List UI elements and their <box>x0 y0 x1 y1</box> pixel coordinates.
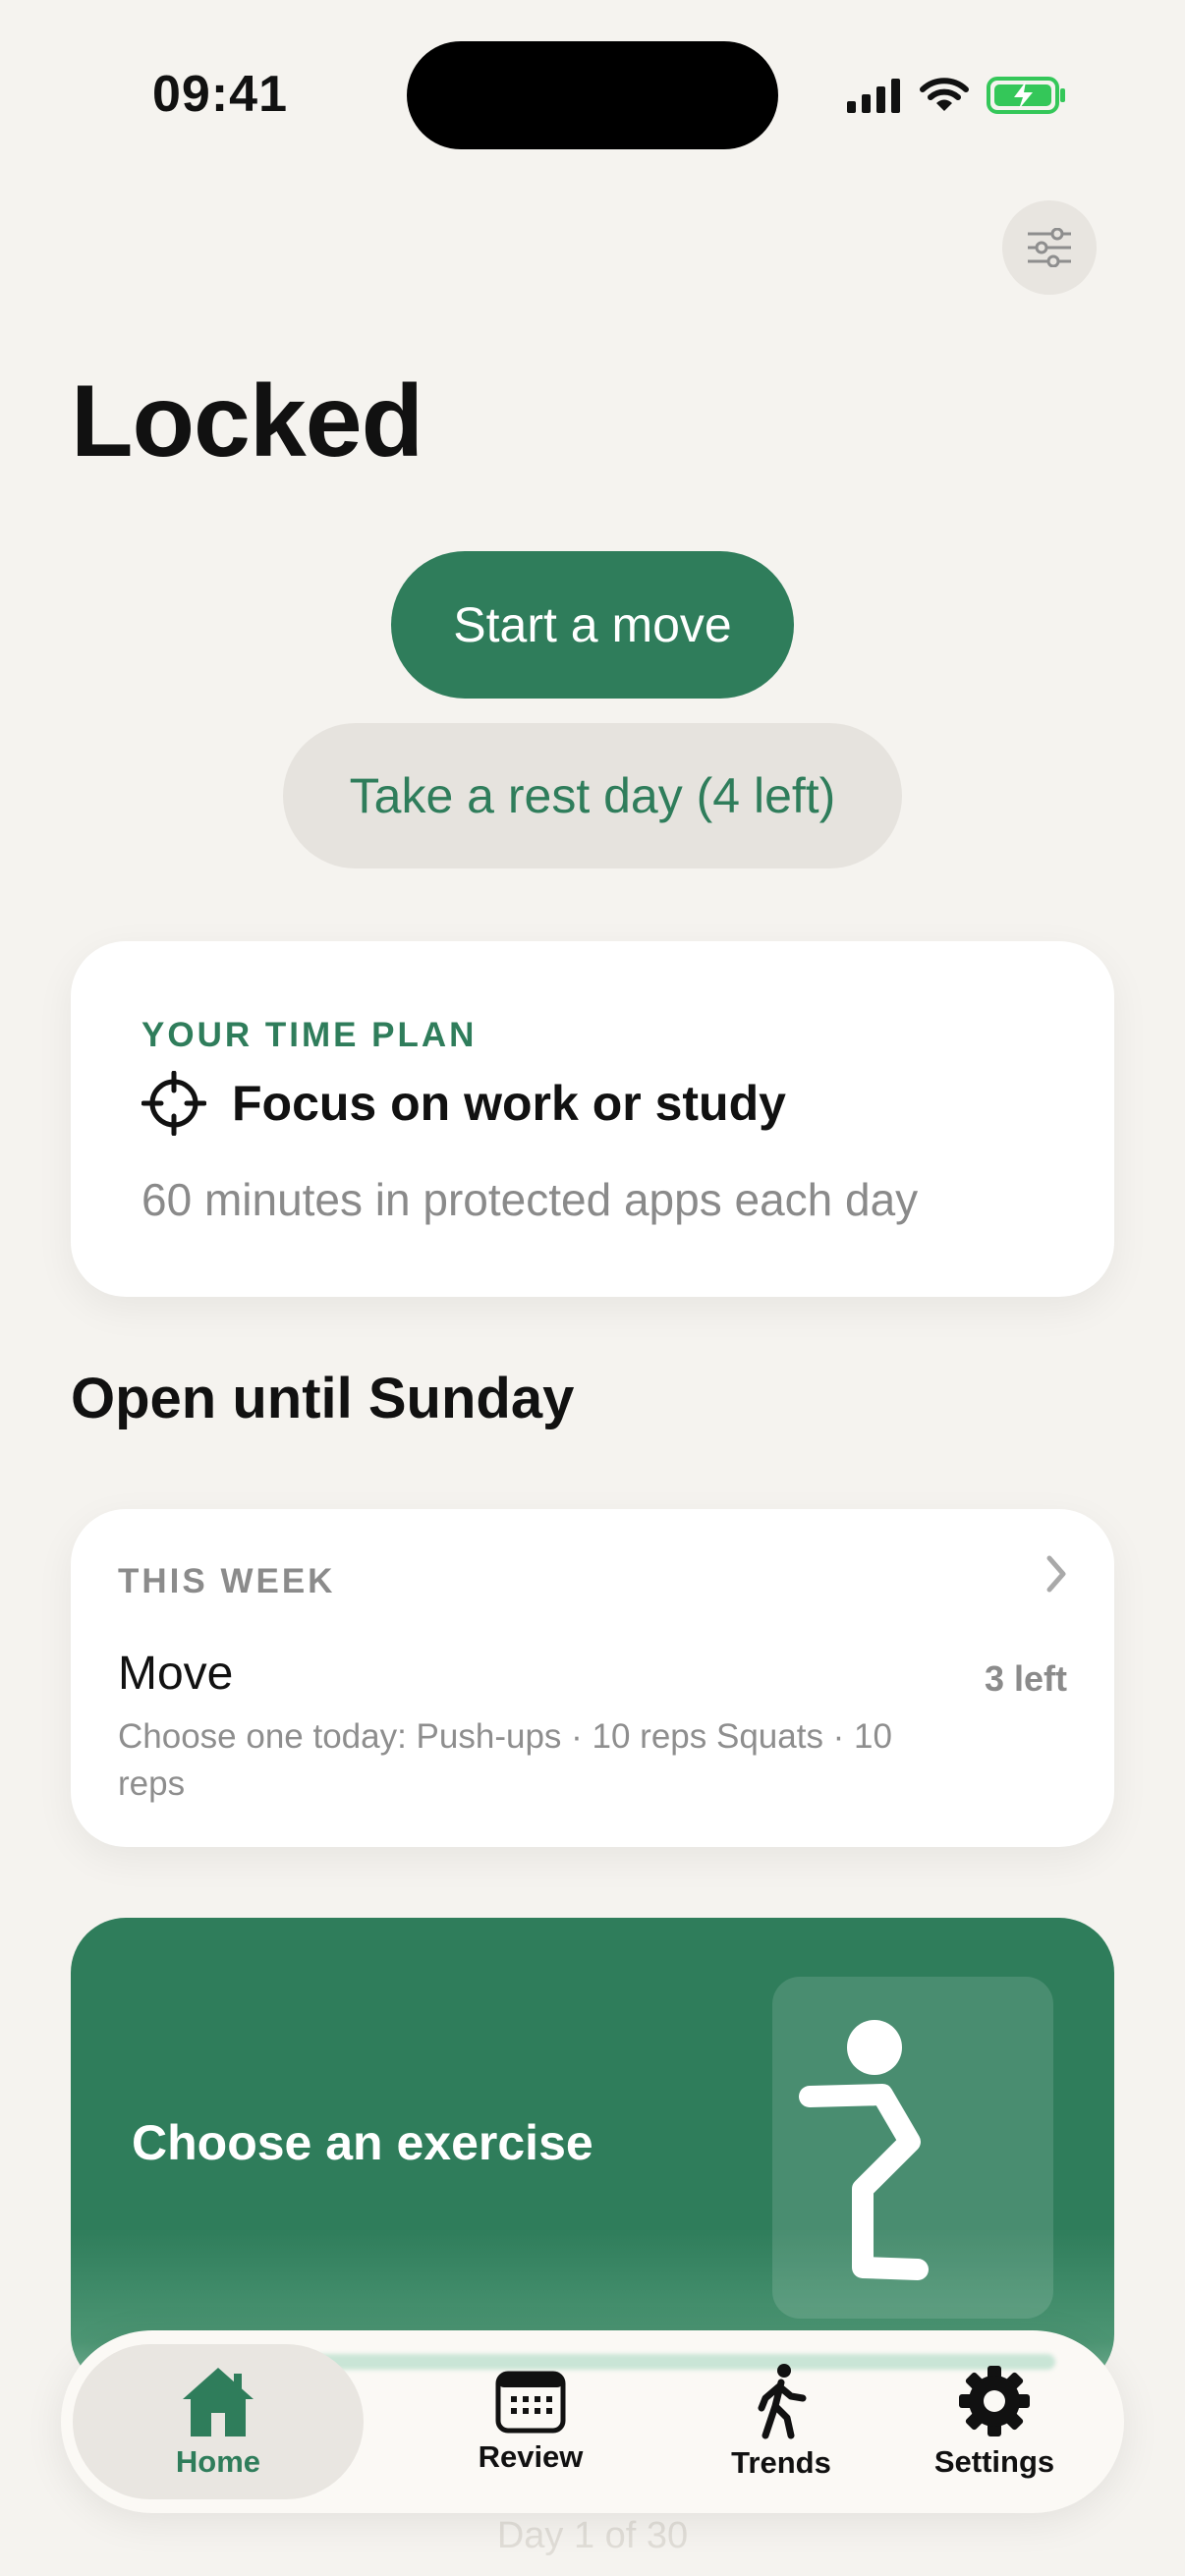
move-title: Move <box>118 1648 234 1700</box>
tab-trends-label: Trends <box>731 2445 831 2480</box>
tab-settings-label: Settings <box>933 2444 1055 2479</box>
calendar-icon <box>495 2371 566 2434</box>
plan-label: YOUR TIME PLAN <box>141 1016 478 1054</box>
tab-home[interactable]: Home <box>73 2344 364 2499</box>
progress-caption: Day 1 of 30 <box>496 2515 689 2556</box>
battery-charging-icon <box>987 77 1065 114</box>
start-move-button[interactable]: Start a move <box>391 551 794 699</box>
week-label: THIS WEEK <box>118 1562 336 1600</box>
plan-subtitle: 60 minutes in protected apps each day <box>141 1174 919 1225</box>
tab-bar: Home Review Trends Settings <box>61 2330 1124 2513</box>
plan-title: Focus on work or study <box>232 1076 786 1131</box>
exercise-label: Choose an exercise <box>132 2115 593 2170</box>
tab-home-label: Home <box>175 2444 261 2479</box>
target-crosshair-icon <box>141 1071 206 1136</box>
wifi-icon <box>920 78 969 111</box>
walking-figure-icon <box>758 2364 807 2439</box>
remaining-count: 3 left <box>984 1658 1067 1699</box>
choose-exercise-card[interactable]: Choose an exercise <box>71 1918 1114 2389</box>
filter-button[interactable] <box>1002 200 1097 295</box>
move-description: Choose one today: Push-ups · 10 reps Squ… <box>118 1717 892 1803</box>
time-plan-card[interactable]: YOUR TIME PLAN Focus on work or study 60… <box>71 941 1114 1297</box>
rest-day-button[interactable]: Take a rest day (4 left) <box>283 723 902 868</box>
section-title: Open until Sunday <box>71 1367 575 1430</box>
tab-review-label: Review <box>478 2439 584 2474</box>
tab-settings[interactable]: Settings <box>876 2344 1112 2499</box>
cellular-signal-icon <box>847 79 900 113</box>
chevron-right-icon <box>1046 1555 1066 1593</box>
gear-icon <box>959 2366 1030 2436</box>
status-time: 09:41 <box>152 66 288 123</box>
page-title: Locked <box>71 364 423 478</box>
exercise-figure-tile <box>772 1977 1053 2319</box>
status-icons <box>847 71 1067 120</box>
sliders-icon <box>1028 228 1071 267</box>
house-icon <box>183 2368 254 2436</box>
plan-row: Focus on work or study <box>141 1071 786 1136</box>
dynamic-island <box>407 41 778 149</box>
this-week-card[interactable]: THIS WEEK Move 3 left Choose one today: … <box>71 1509 1114 1847</box>
squat-figure-icon <box>799 2020 929 2280</box>
